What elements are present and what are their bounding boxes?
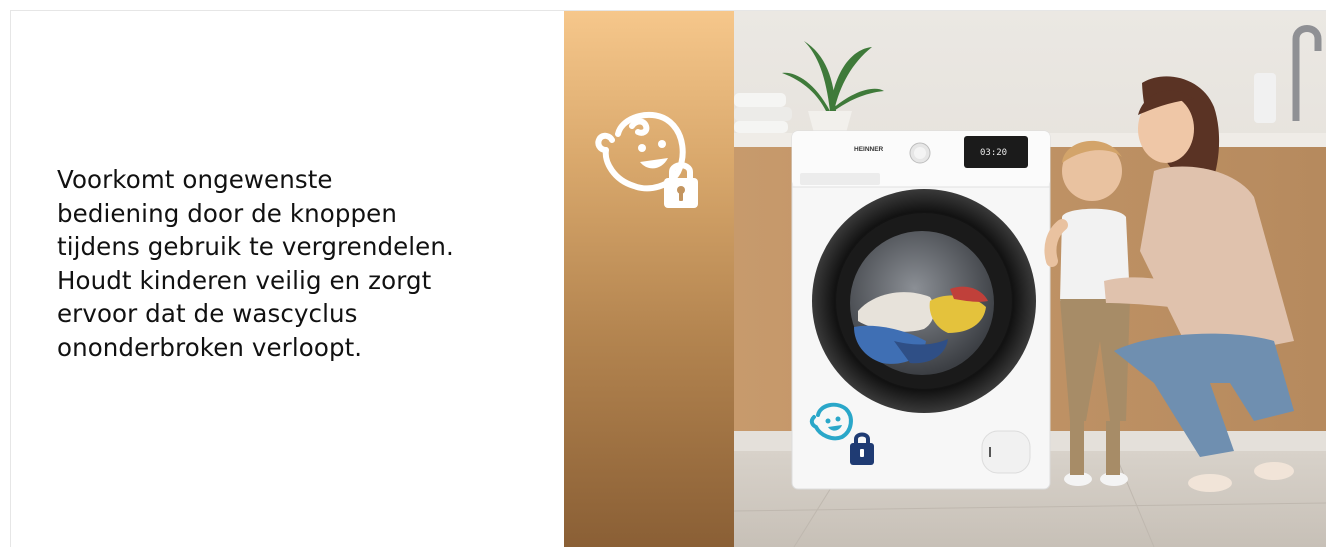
- left-border: [10, 10, 11, 547]
- text-panel: Voorkomt ongewenste bediening door de kn…: [12, 11, 564, 547]
- description-line: ervoor dat de wascyclus: [57, 299, 358, 328]
- feature-description: Voorkomt ongewenste bediening door de kn…: [57, 163, 557, 364]
- product-feature-banner: Voorkomt ongewenste bediening door de kn…: [0, 0, 1326, 547]
- machine-display-time: 03:20: [980, 148, 1007, 158]
- description-line: ononderbroken verloopt.: [57, 332, 363, 362]
- description-line: Voorkomt ongewenste: [57, 165, 333, 194]
- laundry-scene-illustration: HEINNER 03:20: [734, 11, 1326, 547]
- product-photo: HEINNER 03:20: [734, 11, 1326, 547]
- description-line: Houdt kinderen veilig en zorgt: [57, 265, 432, 295]
- child-lock-icon: [595, 111, 698, 208]
- description-line: bediening door de knoppen: [57, 198, 397, 228]
- machine-brand-label: HEINNER: [854, 146, 884, 153]
- description-line: tijdens gebruik te vergrendelen.: [57, 232, 454, 261]
- gold-accent-band: [564, 11, 734, 547]
